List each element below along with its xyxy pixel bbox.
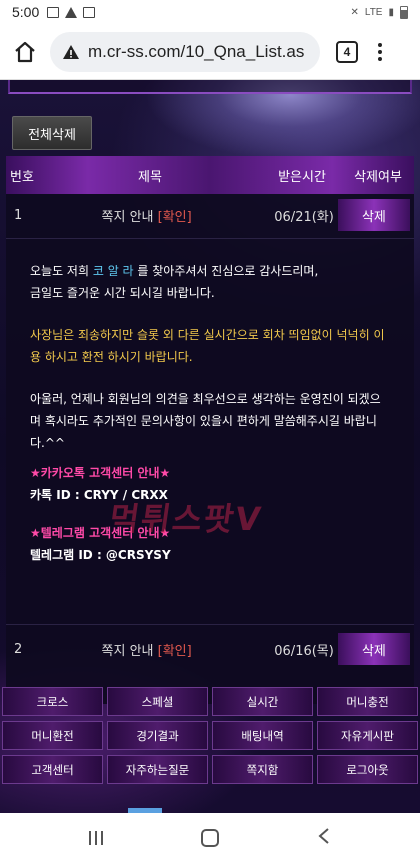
menu-faq[interactable]: 자주하는질문: [107, 755, 208, 784]
header-received-time: 받은시간: [278, 169, 326, 185]
table-row[interactable]: 2 쪽지 안내 [확인] 06/16(목) 삭제: [6, 628, 414, 670]
menu-free-board[interactable]: 자유게시판: [317, 721, 418, 750]
greeting-text-2: 를 찾아주셔서 진심으로 감사드리며,: [133, 264, 319, 278]
menu-cross[interactable]: 크로스: [2, 687, 103, 716]
home-nav-icon[interactable]: [201, 829, 219, 847]
home-icon[interactable]: [10, 37, 40, 67]
browser-toolbar: m.cr-ss.com/10_Qna_List.as 4: [0, 24, 420, 80]
url-field[interactable]: m.cr-ss.com/10_Qna_List.as: [50, 31, 320, 72]
camera-icon: [83, 6, 96, 18]
mute-icon: ✕: [350, 6, 359, 18]
row-date: 06/16(목): [274, 643, 334, 659]
image-icon: [47, 6, 60, 18]
greeting-paragraph: 오늘도 저희 코 알 라 를 찾아주셔서 진심으로 감사드리며, 금일도 즐거운…: [30, 260, 390, 304]
network-label: LTE: [364, 6, 383, 18]
menu-special[interactable]: 스페셜: [107, 687, 208, 716]
row-divider: [6, 238, 414, 239]
row-date: 06/21(화): [274, 209, 334, 225]
tab-switcher-icon[interactable]: 4: [336, 40, 358, 63]
delete-all-button[interactable]: 전체삭제: [12, 116, 92, 150]
row-number: 2: [14, 641, 23, 657]
warning-icon: [65, 6, 78, 18]
menu-withdraw[interactable]: 머니환전: [2, 721, 103, 750]
notice-paragraph: 사장님은 죄송하지만 슬롯 외 다른 실시간으로 회차 띄임없이 넉넉히 이용 …: [30, 328, 385, 364]
delete-button[interactable]: 삭제: [337, 199, 410, 231]
row-status: [확인]: [157, 209, 192, 225]
security-warning-icon: [62, 44, 80, 60]
kakao-title: ★카카오톡 고객센터 안내★: [30, 466, 171, 480]
menu-results[interactable]: 경기결과: [107, 721, 208, 750]
menu-logout[interactable]: 로그아웃: [317, 755, 418, 784]
delete-button[interactable]: 삭제: [337, 633, 410, 665]
row-divider: [6, 624, 414, 625]
status-bar: 5:00 ✕ LTE ▮: [0, 0, 420, 24]
brand-name: 코 알 라: [92, 264, 134, 278]
menu-live[interactable]: 실시간: [212, 687, 313, 716]
row-title-text[interactable]: 쪽지 안내: [102, 210, 154, 225]
menu-messages[interactable]: 쪽지함: [212, 755, 313, 784]
row-title[interactable]: 쪽지 안내 [확인]: [37, 640, 255, 659]
signal-icon: ▮: [388, 6, 394, 18]
system-nav-bar: [0, 813, 420, 863]
row-title-text[interactable]: 쪽지 안내: [102, 644, 154, 659]
page-content: 전체삭제 번호 제목 받은시간 삭제여부 1 쪽지 안내 [확인] 06/21(…: [0, 80, 420, 813]
header-delete: 삭제여부: [354, 169, 402, 185]
menu-customer-center[interactable]: 고객센터: [2, 755, 103, 784]
row-title[interactable]: 쪽지 안내 [확인]: [37, 206, 255, 225]
greeting-line-2: 금일도 즐거운 시간 되시길 바랍니다.: [30, 286, 215, 300]
notification-icons: [47, 6, 96, 18]
battery-icon: [400, 5, 408, 19]
row-number: 1: [14, 207, 23, 223]
closing-paragraph: 아울러, 언제나 회원님의 의견을 최우선으로 생각하는 운영진이 되겠으며 혹…: [30, 392, 381, 450]
status-time: 5:00: [12, 4, 40, 20]
header-number: 번호: [10, 169, 34, 185]
top-frame: [8, 80, 412, 94]
table-header: 번호 제목 받은시간 삭제여부: [6, 156, 414, 194]
watermark-text: 먹튀스팟V: [107, 500, 265, 538]
header-title: 제목: [138, 169, 162, 185]
row-status: [확인]: [157, 643, 192, 659]
telegram-id: 텔레그램 ID : @CRSYSY: [30, 548, 171, 562]
system-icons: ✕ LTE ▮: [350, 5, 408, 19]
message-table: 번호 제목 받은시간 삭제여부 1 쪽지 안내 [확인] 06/21(화) 삭제…: [6, 156, 414, 704]
overflow-menu-icon[interactable]: [378, 42, 382, 61]
greeting-text: 오늘도 저희: [30, 264, 93, 278]
table-row[interactable]: 1 쪽지 안내 [확인] 06/21(화) 삭제: [6, 194, 414, 236]
recent-apps-icon[interactable]: [89, 831, 103, 845]
menu-bet-history[interactable]: 배팅내역: [212, 721, 313, 750]
url-text: m.cr-ss.com/10_Qna_List.as: [88, 41, 305, 61]
back-icon[interactable]: [317, 827, 331, 849]
menu-deposit[interactable]: 머니충전: [317, 687, 418, 716]
bottom-menu: 크로스 스페셜 실시간 머니충전 머니환전 경기결과 배팅내역 자유게시판 고객…: [2, 687, 418, 784]
